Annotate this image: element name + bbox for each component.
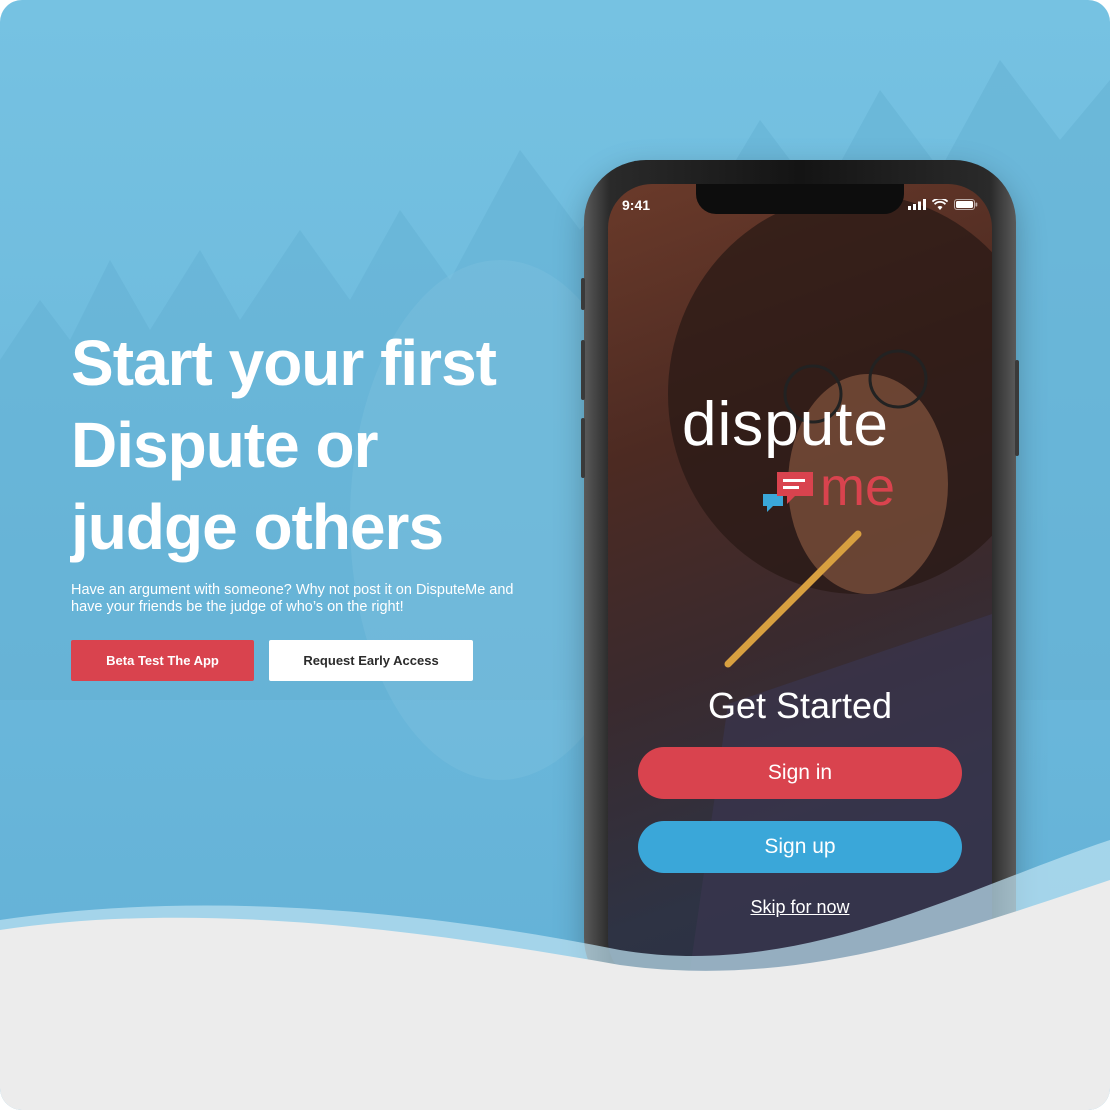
signal-icon [908, 197, 926, 215]
logo-dispute-word: dispute [682, 390, 889, 459]
phone-power-button [1015, 360, 1019, 456]
hero-headline: Start your first Dispute or judge others [71, 327, 497, 563]
get-started-heading: Get Started [707, 685, 893, 726]
phone-volume-up [581, 340, 585, 400]
hero-section: Start your first Dispute or judge others… [71, 322, 551, 616]
beta-test-button[interactable]: Beta Test The App [71, 640, 254, 681]
battery-icon [954, 197, 978, 215]
chat-bubbles-icon [763, 468, 819, 519]
logo-me-word: me [820, 457, 896, 517]
phone-notch [696, 184, 904, 214]
hero-subtext: Have an argument with someone? Why not p… [71, 582, 514, 615]
status-time: 9:41 [622, 197, 651, 213]
phone-silent-switch [581, 278, 585, 310]
cta-buttons: Beta Test The App Request Early Access [71, 640, 473, 681]
bottom-wave [0, 840, 1110, 1110]
landing-page: Start your first Dispute or judge others… [0, 0, 1110, 1110]
status-icons [908, 197, 978, 215]
sign-in-button[interactable]: Sign in [638, 747, 962, 799]
request-early-access-button[interactable]: Request Early Access [269, 640, 473, 681]
wifi-icon [931, 197, 949, 215]
phone-volume-down [581, 418, 585, 478]
